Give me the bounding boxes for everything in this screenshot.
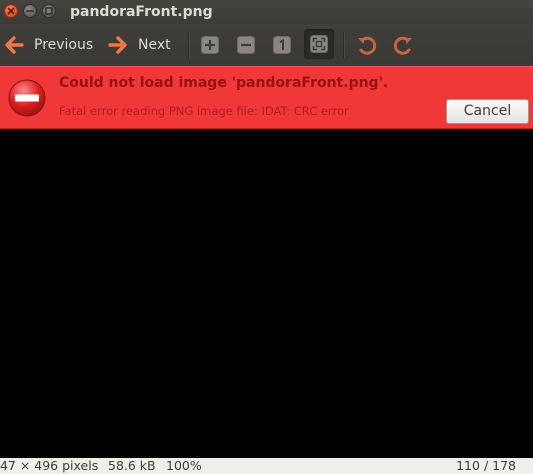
minimize-icon xyxy=(26,10,34,12)
previous-button[interactable]: Previous xyxy=(2,24,93,66)
rotate-left-icon[interactable] xyxy=(355,33,379,57)
close-window-button[interactable] xyxy=(4,4,18,18)
title-bar: pandoraFront.png xyxy=(0,0,533,24)
best-fit-icon xyxy=(310,35,328,53)
image-dimensions: 347 × 496 pixels xyxy=(0,458,99,473)
status-bar: 347 × 496 pixels 58.6 kB 100% 110 / 178 xyxy=(0,458,533,474)
maximize-window-button[interactable] xyxy=(42,4,56,18)
image-position: 110 / 178 xyxy=(456,458,516,473)
image-canvas[interactable] xyxy=(0,129,533,458)
file-size: 58.6 kB xyxy=(108,458,156,473)
toolbar-separator xyxy=(343,32,344,58)
rotate-right-icon[interactable] xyxy=(391,33,415,57)
window-title: pandoraFront.png xyxy=(70,4,213,20)
error-detail: Fatal error reading PNG image file: IDAT… xyxy=(59,104,349,118)
error-icon xyxy=(8,79,46,117)
toolbar: Previous Next xyxy=(0,24,533,66)
arrow-right-icon xyxy=(108,36,127,54)
previous-label: Previous xyxy=(34,37,94,53)
best-fit-button[interactable] xyxy=(304,29,334,59)
cancel-button[interactable]: Cancel xyxy=(446,99,529,124)
toolbar-separator xyxy=(188,32,189,58)
zoom-in-icon[interactable] xyxy=(198,33,222,57)
image-viewer-window: pandoraFront.png Previous Next Could not… xyxy=(0,0,533,474)
minimize-window-button[interactable] xyxy=(23,4,37,18)
next-button[interactable]: Next xyxy=(106,24,171,66)
error-title: Could not load image 'pandoraFront.png'. xyxy=(59,75,389,91)
zoom-level: 100% xyxy=(166,458,202,473)
close-icon xyxy=(7,7,15,15)
maximize-icon xyxy=(45,7,53,15)
zoom-normal-icon[interactable] xyxy=(270,33,294,57)
next-label: Next xyxy=(138,37,171,53)
error-infobar: Could not load image 'pandoraFront.png'.… xyxy=(0,66,533,129)
arrow-left-icon xyxy=(5,36,24,54)
zoom-out-icon[interactable] xyxy=(234,33,258,57)
